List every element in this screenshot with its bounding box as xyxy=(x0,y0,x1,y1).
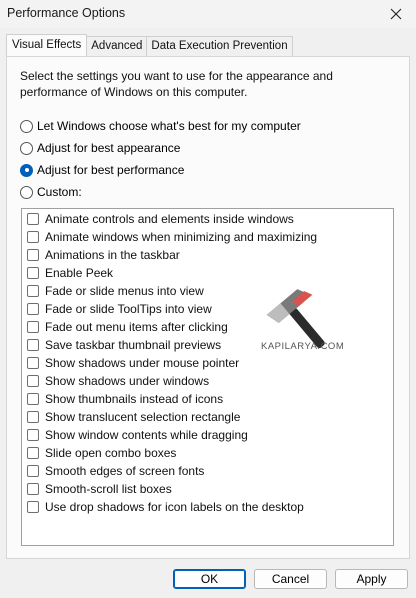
window-title: Performance Options xyxy=(7,6,126,20)
apply-button[interactable]: Apply xyxy=(335,569,408,589)
effect-label: Animations in the taskbar xyxy=(45,248,180,262)
effect-list-item[interactable]: Slide open combo boxes xyxy=(27,444,176,462)
radio-selected-icon[interactable] xyxy=(20,163,33,177)
watermark-text: KAPILARYA.COM xyxy=(261,341,345,352)
radio-option[interactable]: Custom: xyxy=(20,183,82,201)
description-text: Select the settings you want to use for … xyxy=(20,69,333,99)
radio-label: Let Windows choose what's best for my co… xyxy=(37,119,301,133)
checkbox-icon[interactable] xyxy=(27,411,39,423)
effect-list-item[interactable]: Show window contents while dragging xyxy=(27,426,248,444)
visual-effects-panel: Select the settings you want to use for … xyxy=(6,56,410,559)
effect-list-item[interactable]: Show shadows under windows xyxy=(27,372,209,390)
effect-label: Fade or slide ToolTips into view xyxy=(45,302,212,316)
checkbox-icon[interactable] xyxy=(27,393,39,405)
effect-list-item[interactable]: Show translucent selection rectangle xyxy=(27,408,240,426)
checkbox-icon[interactable] xyxy=(27,375,39,387)
checkbox-icon[interactable] xyxy=(27,429,39,441)
effect-list-item[interactable]: Save taskbar thumbnail previews xyxy=(27,336,221,354)
effect-label: Smooth edges of screen fonts xyxy=(45,464,205,478)
tab-advanced[interactable]: Advanced xyxy=(86,36,148,56)
radio-icon[interactable] xyxy=(20,119,33,133)
effect-label: Show shadows under windows xyxy=(45,374,210,388)
effect-label: Show shadows under mouse pointer xyxy=(45,356,240,370)
effect-label: Show window contents while dragging xyxy=(45,428,248,442)
checkbox-icon[interactable] xyxy=(27,213,39,225)
close-icon xyxy=(390,8,402,20)
effect-list-item[interactable]: Show thumbnails instead of icons xyxy=(27,390,223,408)
checkbox-icon[interactable] xyxy=(27,465,39,477)
checkbox-icon[interactable] xyxy=(27,321,39,333)
checkbox-icon[interactable] xyxy=(27,501,39,513)
radio-option[interactable]: Adjust for best performance xyxy=(20,161,184,179)
title-bar: Performance Options xyxy=(0,0,416,28)
effect-label: Show thumbnails instead of icons xyxy=(45,392,224,406)
effect-label: Enable Peek xyxy=(45,266,114,280)
effect-list-item[interactable]: Fade or slide menus into view xyxy=(27,282,204,300)
effect-label: Animate windows when minimizing and maxi… xyxy=(45,230,318,244)
effect-list-item[interactable]: Animate controls and elements inside win… xyxy=(27,210,294,228)
effect-list-item[interactable]: Smooth-scroll list boxes xyxy=(27,480,172,498)
effect-list-item[interactable]: Fade or slide ToolTips into view xyxy=(27,300,212,318)
radio-icon[interactable] xyxy=(20,185,33,199)
close-button[interactable] xyxy=(376,0,416,28)
effect-label: Fade out menu items after clicking xyxy=(45,320,228,334)
effect-label: Save taskbar thumbnail previews xyxy=(45,338,222,352)
tab-visual-effects[interactable]: Visual Effects xyxy=(6,34,88,56)
radio-option[interactable]: Adjust for best appearance xyxy=(20,139,180,157)
effect-label: Smooth-scroll list boxes xyxy=(45,482,172,496)
checkbox-icon[interactable] xyxy=(27,285,39,297)
checkbox-icon[interactable] xyxy=(27,447,39,459)
tab-strip: Visual Effects Advanced Data Execution P… xyxy=(6,34,293,56)
ok-button[interactable]: OK xyxy=(173,569,246,589)
checkbox-icon[interactable] xyxy=(27,267,39,279)
radio-option[interactable]: Let Windows choose what's best for my co… xyxy=(20,117,301,135)
checkbox-icon[interactable] xyxy=(27,231,39,243)
effect-list-item[interactable]: Fade out menu items after clicking xyxy=(27,318,228,336)
effect-list-item[interactable]: Animate windows when minimizing and maxi… xyxy=(27,228,317,246)
checkbox-icon[interactable] xyxy=(27,357,39,369)
checkbox-icon[interactable] xyxy=(27,303,39,315)
effect-list-item[interactable]: Show shadows under mouse pointer xyxy=(27,354,239,372)
cancel-button[interactable]: Cancel xyxy=(254,569,327,589)
effect-label: Animate controls and elements inside win… xyxy=(45,212,294,226)
effect-list-item[interactable]: Enable Peek xyxy=(27,264,113,282)
effects-listbox[interactable]: KAPILARYA.COM Animate controls and eleme… xyxy=(21,208,394,546)
tab-data-execution-prevention[interactable]: Data Execution Prevention xyxy=(146,36,293,56)
effect-list-item[interactable]: Smooth edges of screen fonts xyxy=(27,462,204,480)
radio-label: Adjust for best appearance xyxy=(37,141,181,155)
radio-label: Custom: xyxy=(37,185,82,199)
effect-label: Slide open combo boxes xyxy=(45,446,177,460)
radio-icon[interactable] xyxy=(20,141,33,155)
checkbox-icon[interactable] xyxy=(27,483,39,495)
effect-label: Fade or slide menus into view xyxy=(45,284,204,298)
checkbox-icon[interactable] xyxy=(27,339,39,351)
checkbox-icon[interactable] xyxy=(27,249,39,261)
effect-list-item[interactable]: Use drop shadows for icon labels on the … xyxy=(27,498,304,516)
radio-label: Adjust for best performance xyxy=(37,163,185,177)
effect-label: Use drop shadows for icon labels on the … xyxy=(45,500,304,514)
effect-label: Show translucent selection rectangle xyxy=(45,410,241,424)
effect-list-item[interactable]: Animations in the taskbar xyxy=(27,246,180,264)
